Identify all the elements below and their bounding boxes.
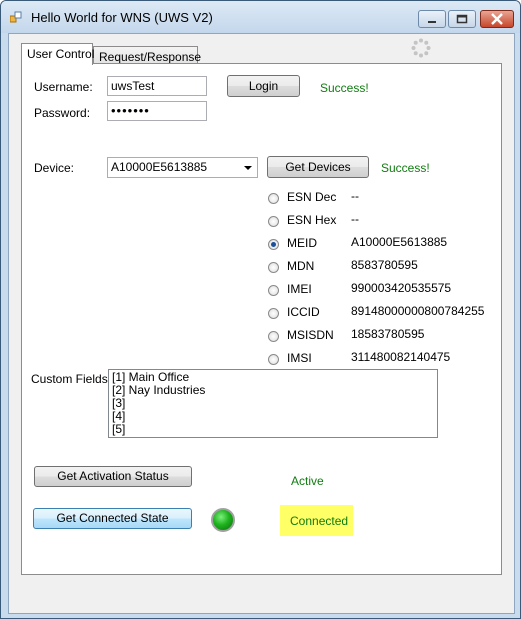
window-title: Hello World for WNS (UWS V2) [31, 10, 213, 25]
close-button[interactable] [480, 10, 514, 28]
get-activation-status-button[interactable]: Get Activation Status [34, 466, 192, 487]
main-window: Hello World for WNS (UWS V2) User Contro… [0, 0, 521, 619]
password-input[interactable]: ••••••• [107, 101, 207, 121]
close-icon [491, 13, 503, 25]
minimize-icon [428, 21, 436, 23]
radio-esn-hex[interactable] [268, 216, 279, 227]
username-label: Username: [34, 80, 93, 94]
identifier-value: 8583780595 [351, 258, 418, 272]
identifier-label[interactable]: IMSI [287, 351, 312, 365]
list-item[interactable]: [2] Nay Industries [112, 384, 434, 397]
login-status: Success! [320, 81, 369, 95]
get-devices-status: Success! [381, 161, 430, 175]
identifier-label[interactable]: MEID [287, 236, 317, 250]
list-item[interactable]: [4] [112, 410, 434, 423]
custom-fields-listbox[interactable]: [1] Main Office [2] Nay Industries [3] [4][… [108, 369, 438, 438]
device-label: Device: [34, 161, 75, 175]
radio-esn-dec[interactable] [268, 193, 279, 204]
user-control-panel: Username: uwsTest Password: ••••••• Logi… [21, 63, 502, 575]
identifier-label[interactable]: ICCID [287, 305, 320, 319]
radio-imsi[interactable] [268, 354, 279, 365]
username-input[interactable]: uwsTest [107, 76, 207, 96]
list-item[interactable]: [5] [112, 423, 434, 436]
connection-indicator-light [211, 508, 235, 532]
connected-state-value: Connected [290, 514, 349, 528]
minimize-button[interactable] [418, 10, 446, 28]
title-bar[interactable]: Hello World for WNS (UWS V2) [1, 1, 520, 33]
get-connected-state-button[interactable]: Get Connected State [33, 508, 192, 529]
maximize-button[interactable] [448, 10, 476, 28]
password-label: Password: [34, 106, 91, 120]
device-select-value: A10000E5613885 [111, 160, 208, 174]
radio-msisdn[interactable] [268, 331, 279, 342]
radio-imei[interactable] [268, 285, 279, 296]
app-icon [10, 11, 22, 23]
custom-fields-label: Custom Fields: [31, 372, 112, 386]
identifier-label[interactable]: IMEI [287, 282, 312, 296]
identifier-value: 990003420535575 [351, 281, 452, 295]
identifier-label[interactable]: ESN Dec [287, 190, 336, 204]
loading-spinner-icon [411, 38, 431, 58]
radio-iccid[interactable] [268, 308, 279, 319]
device-select[interactable]: A10000E5613885 [107, 157, 258, 178]
tab-user-control[interactable]: User Control [21, 43, 94, 65]
client-area: User Control Request/Response Username: … [8, 33, 515, 614]
identifier-label[interactable]: MSISDN [287, 328, 334, 342]
list-item[interactable]: [3] [112, 397, 434, 410]
identifier-label[interactable]: MDN [287, 259, 314, 273]
identifier-value: A10000E5613885 [351, 235, 448, 249]
identifier-value: -- [351, 189, 359, 203]
get-devices-button[interactable]: Get Devices [267, 156, 369, 178]
identifier-label[interactable]: ESN Hex [287, 213, 336, 227]
chevron-down-icon [244, 166, 252, 170]
identifier-value: 89148000000800784255 [351, 304, 485, 318]
activation-status-value: Active [291, 474, 324, 488]
login-button[interactable]: Login [227, 75, 300, 97]
radio-meid[interactable] [268, 239, 279, 250]
identifier-value: 311480082140475 [351, 350, 451, 364]
identifier-value: 18583780595 [351, 327, 425, 341]
maximize-icon [456, 14, 468, 24]
connected-highlight: Connected [280, 505, 353, 536]
radio-mdn[interactable] [268, 262, 279, 273]
identifier-value: -- [351, 212, 359, 226]
